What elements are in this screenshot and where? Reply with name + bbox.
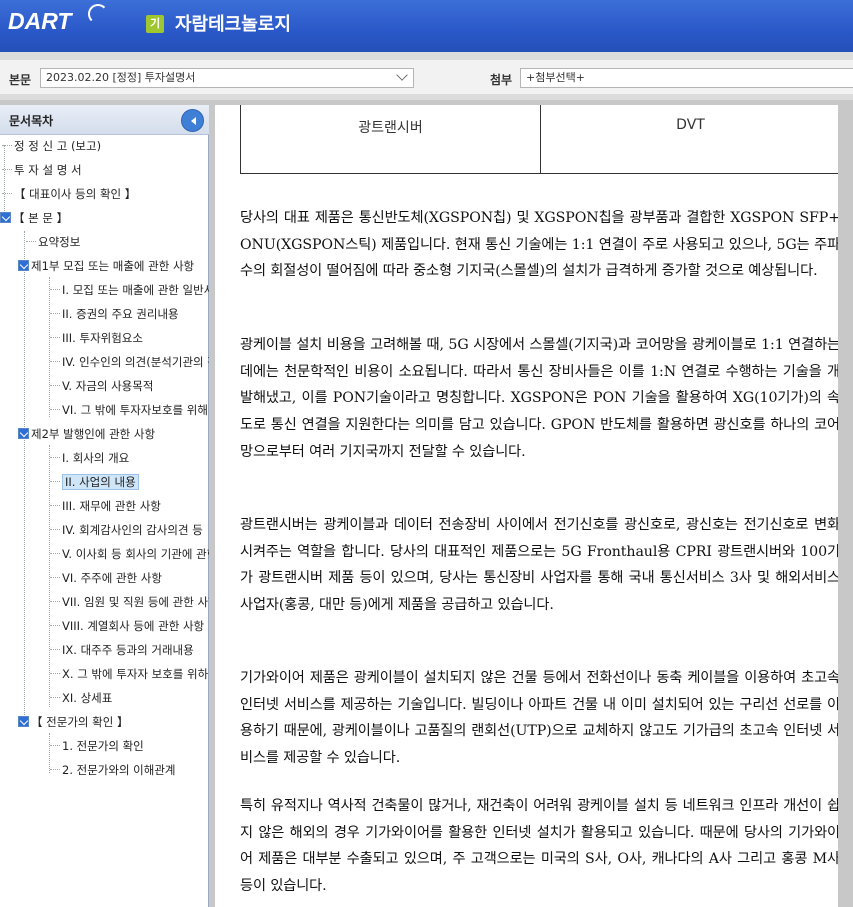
company-name: 자람테크놀로지 — [175, 14, 291, 35]
top-header: DART 기 자람테크놀로지 — [0, 0, 853, 52]
attachment-label: 첨부 — [490, 73, 513, 87]
toc-item[interactable]: III. 투자위험요소 — [50, 327, 143, 349]
toc-item[interactable]: IX. 대주주 등과의 거래내용 — [50, 639, 194, 661]
collapse-toggle-icon[interactable] — [18, 260, 29, 271]
toc-header: 문서목차 — [0, 105, 209, 135]
toc-item[interactable]: IV. 회계감사인의 감사의견 등 — [50, 519, 203, 541]
collapse-toggle-icon[interactable] — [0, 212, 11, 223]
toc-item-expanded[interactable]: 제2부 발행인에 관한 사항 — [18, 423, 155, 445]
toc-sidebar: 문서목차 정 정 신 고 (보고) 투 자 설 명 서 【 대표이사 등의 확인… — [0, 105, 209, 907]
selector-panel: 본문 2023.02.20 [정정] 투자설명서 첨부 +첨부선택+ — [0, 60, 853, 94]
toc-item-expanded[interactable]: 【 전문가의 확인 】 — [18, 711, 128, 733]
paragraph: 광트랜시버는 광케이블과 데이터 전송장비 사이에서 전기신호를 광신호로, 광… — [240, 517, 838, 614]
toc-item[interactable]: V. 자금의 사용목적 — [50, 375, 153, 397]
collapse-sidebar-button[interactable] — [181, 109, 204, 132]
paragraph: 광케이블 설치 비용을 고려해볼 때, 5G 시장에서 스몰셀(기지국)과 코어… — [240, 337, 838, 460]
product-table: 광트랜시버 DVT — [240, 105, 838, 174]
attachment-select-value: +첨부선택+ — [526, 71, 585, 84]
toc-item[interactable]: IV. 인수인의 의견(분석기관의 평가의견) — [50, 351, 209, 373]
toc-item[interactable]: VI. 그 밖에 투자자보호를 위해 필요한 사항 — [50, 399, 209, 421]
table-cell: 광트랜시버 — [358, 120, 423, 136]
paragraph: 기가와이어 제품은 광케이블이 설치되지 않은 건물 등에서 전화선이나 동축 … — [240, 670, 838, 767]
attachment-select[interactable]: +첨부선택+ — [520, 68, 853, 88]
body-label: 본문 — [9, 73, 32, 87]
table-cell: DVT — [676, 117, 705, 133]
toc-title: 문서목차 — [9, 114, 54, 128]
toc-item[interactable]: VIII. 계열회사 등에 관한 사항 — [50, 615, 204, 637]
document-content: 광트랜시버 DVT 당사의 대표 제품은 통신반도체(XGSPON칩) 및 XG… — [215, 105, 838, 907]
document-selector-bar: 본문 2023.02.20 [정정] 투자설명서 첨부 +첨부선택+ — [0, 52, 853, 100]
paragraph: 당사의 대표 제품은 통신반도체(XGSPON칩) 및 XGSPON칩을 광부품… — [240, 210, 838, 280]
collapse-toggle-icon[interactable] — [18, 428, 29, 439]
toc-tree: 정 정 신 고 (보고) 투 자 설 명 서 【 대표이사 등의 확인 】 【 … — [0, 135, 209, 907]
toc-item-expanded[interactable]: 【 본 문 】 — [0, 207, 68, 229]
toc-item[interactable]: VII. 임원 및 직원 등에 관한 사항 — [50, 591, 209, 613]
chevron-down-icon — [396, 69, 408, 81]
toc-item[interactable]: 1. 전문가의 확인 — [50, 735, 144, 757]
toc-item[interactable]: VI. 주주에 관한 사항 — [50, 567, 162, 589]
content-scrollbar[interactable] — [838, 105, 853, 907]
toc-item[interactable]: 요약정보 — [26, 231, 80, 253]
toc-item[interactable]: 투 자 설 명 서 — [2, 159, 82, 181]
body-document-select-value: 2023.02.20 [정정] 투자설명서 — [46, 71, 196, 84]
toc-item[interactable]: I. 회사의 개요 — [50, 447, 129, 469]
toc-item[interactable]: V. 이사회 등 회사의 기관에 관한 사항 — [50, 543, 209, 565]
tree-guide — [24, 231, 25, 719]
body-document-select[interactable]: 2023.02.20 [정정] 투자설명서 — [40, 68, 414, 88]
table-divider — [540, 105, 541, 174]
toc-item[interactable]: 【 대표이사 등의 확인 】 — [2, 183, 136, 205]
toc-item[interactable]: I. 모집 또는 매출에 관한 일반사항 — [50, 279, 209, 301]
paragraph: 특히 유적지나 역사적 건축물이 많거나, 재건축이 어려워 광케이블 설치 등… — [240, 798, 838, 895]
toc-item[interactable]: III. 재무에 관한 사항 — [50, 495, 161, 517]
collapse-toggle-icon[interactable] — [18, 716, 29, 727]
toc-item-expanded[interactable]: 제1부 모집 또는 매출에 관한 사항 — [18, 255, 194, 277]
toc-item-selected[interactable]: II. 사업의 내용 — [50, 471, 139, 493]
company-type-badge: 기 — [146, 15, 164, 33]
toc-item[interactable]: II. 증권의 주요 권리내용 — [50, 303, 179, 325]
logo-swoosh-icon — [88, 4, 108, 24]
toc-item[interactable]: 정 정 신 고 (보고) — [2, 135, 101, 157]
toc-item[interactable]: XI. 상세표 — [50, 687, 112, 709]
toc-item[interactable]: 2. 전문가와의 이해관계 — [50, 759, 176, 781]
toc-item[interactable]: X. 그 밖에 투자자 보호를 위하여 필요한 사항 — [50, 663, 209, 685]
